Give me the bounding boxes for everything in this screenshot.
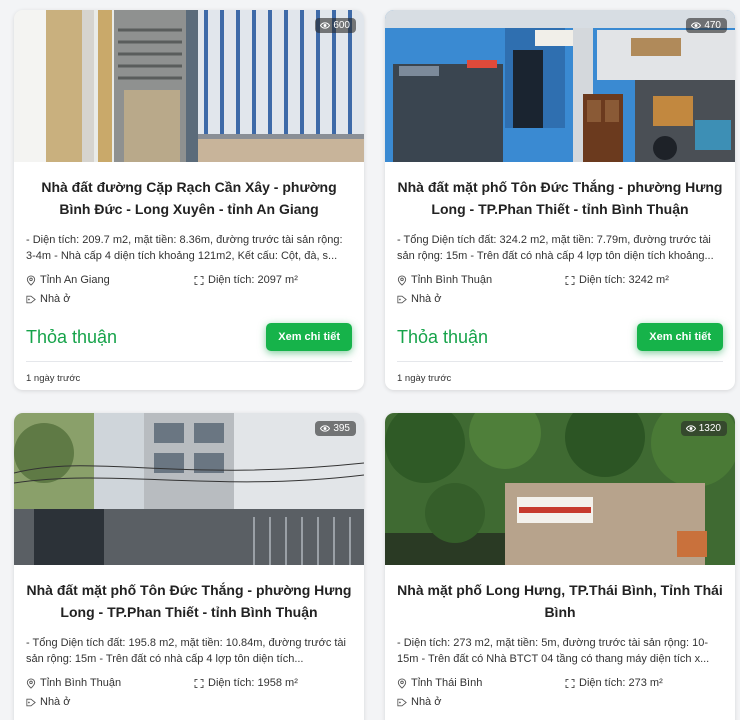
listing-photo[interactable]: 470 xyxy=(385,10,735,162)
area-icon xyxy=(565,678,575,688)
listing-type: Nhà ở xyxy=(411,293,442,305)
listing-price: Thỏa thuận xyxy=(397,326,489,347)
view-count: 1320 xyxy=(698,423,721,434)
listing-area: Diện tích: 273 m² xyxy=(579,677,663,689)
listing-area: Diện tích: 3242 m² xyxy=(579,274,669,286)
eye-icon xyxy=(320,22,331,29)
listing-location: Tỉnh Bình Thuận xyxy=(411,274,493,286)
area-icon xyxy=(565,275,575,285)
posted-time: 1 ngày trước xyxy=(397,373,452,384)
listing-type: Nhà ở xyxy=(40,293,71,305)
eye-icon xyxy=(685,425,696,432)
area-icon xyxy=(194,678,204,688)
map-pin-icon xyxy=(397,677,407,689)
listing-photo[interactable]: 600 xyxy=(14,10,364,162)
listing-location: Tỉnh Bình Thuận xyxy=(40,677,122,689)
listing-location: Tỉnh Thái Bình xyxy=(411,677,483,689)
view-count-badge: 1320 xyxy=(680,421,727,436)
view-count: 600 xyxy=(333,20,350,31)
listing-card[interactable]: 395 Nhà đất mặt phố Tôn Đức Thắng - phườ… xyxy=(14,413,364,720)
eye-icon xyxy=(691,22,702,29)
listing-title[interactable]: Nhà đất mặt phố Tôn Đức Thắng - phường H… xyxy=(397,176,723,220)
listing-photo[interactable]: 1320 xyxy=(385,413,735,565)
tag-icon xyxy=(397,295,407,303)
listing-title[interactable]: Nhà đất đường Cặp Rạch Cần Xây - phường … xyxy=(26,176,352,220)
listing-description: - Diện tích: 273 m2, mặt tiền: 5m, đường… xyxy=(397,637,710,665)
area-icon xyxy=(194,275,204,285)
view-details-button[interactable]: Xem chi tiết xyxy=(266,323,352,351)
map-pin-icon xyxy=(397,274,407,286)
map-pin-icon xyxy=(26,274,36,286)
listing-card[interactable]: 600 Nhà đất đường Cặp Rạch Cần Xây - phư… xyxy=(14,10,364,390)
listing-area: Diện tích: 2097 m² xyxy=(208,274,298,286)
map-pin-icon xyxy=(26,677,36,689)
view-count-badge: 600 xyxy=(315,18,356,33)
listing-title[interactable]: Nhà đất mặt phố Tôn Đức Thắng - phường H… xyxy=(26,579,352,623)
view-count-badge: 470 xyxy=(686,18,727,33)
tag-icon xyxy=(397,698,407,706)
listing-type: Nhà ở xyxy=(411,696,442,708)
listing-card[interactable]: 470 Nhà đất mặt phố Tôn Đức Thắng - phườ… xyxy=(385,10,735,390)
listing-area: Diện tích: 1958 m² xyxy=(208,677,298,689)
eye-icon xyxy=(320,425,331,432)
view-details-button[interactable]: Xem chi tiết xyxy=(637,323,723,351)
listing-description: - Tổng Diện tích đất: 324.2 m2, mặt tiền… xyxy=(397,234,714,262)
listing-title[interactable]: Nhà mặt phố Long Hưng, TP.Thái Bình, Tỉn… xyxy=(397,579,723,623)
listing-location: Tỉnh An Giang xyxy=(40,274,110,286)
listing-card[interactable]: 1320 Nhà mặt phố Long Hưng, TP.Thái Bình… xyxy=(385,413,735,720)
posted-time: 1 ngày trước xyxy=(26,373,81,384)
listing-type: Nhà ở xyxy=(40,696,71,708)
view-count-badge: 395 xyxy=(315,421,356,436)
listing-price: Thỏa thuận xyxy=(26,326,118,347)
tag-icon xyxy=(26,698,36,706)
listing-description: - Diện tích: 209.7 m2, mặt tiền: 8.36m, … xyxy=(26,234,343,262)
listing-photo[interactable]: 395 xyxy=(14,413,364,565)
view-count: 470 xyxy=(704,20,721,31)
view-count: 395 xyxy=(333,423,350,434)
listing-description: - Tổng Diện tích đất: 195.8 m2, mặt tiền… xyxy=(26,637,346,665)
tag-icon xyxy=(26,295,36,303)
